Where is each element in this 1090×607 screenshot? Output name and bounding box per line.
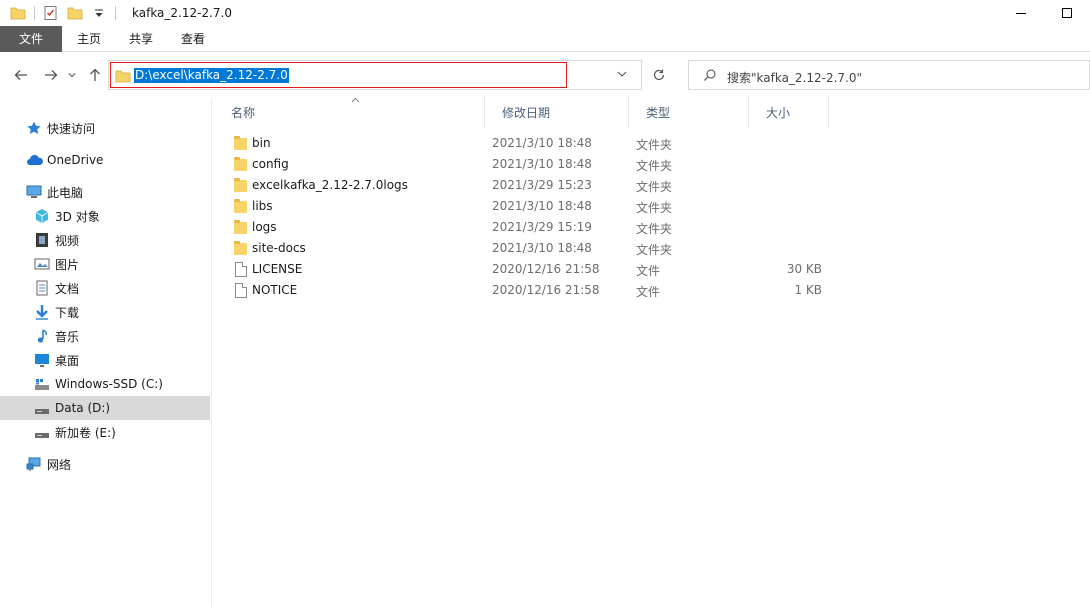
column-size[interactable]: 大小: [749, 98, 829, 128]
toolbar-separator: [115, 6, 116, 20]
download-icon: [34, 304, 50, 320]
table-row[interactable]: site-docs 2021/3/10 18:48 文件夹: [231, 238, 831, 259]
network-icon: [26, 456, 42, 472]
video-icon: [34, 232, 50, 248]
nav-item-onedrive[interactable]: OneDrive: [0, 148, 210, 172]
desktop-icon: [34, 352, 50, 368]
column-type[interactable]: 类型: [629, 98, 749, 128]
nav-item-music[interactable]: 音乐: [0, 324, 210, 348]
recent-locations-button[interactable]: [64, 64, 80, 86]
drive-icon: [34, 424, 50, 440]
search-box[interactable]: 搜索"kafka_2.12-2.7.0": [688, 60, 1090, 90]
folder-icon: [233, 240, 249, 256]
back-button[interactable]: [10, 64, 32, 86]
ribbon-tabs: 文件 主页 共享 查看: [0, 26, 1090, 52]
search-icon: [703, 68, 717, 85]
title-bar: kafka_2.12-2.7.0: [0, 0, 1090, 26]
forward-arrow-icon: [45, 70, 58, 80]
file-icon: [233, 261, 249, 277]
up-button[interactable]: [84, 64, 106, 86]
nav-item-drive-d[interactable]: Data (D:): [0, 396, 210, 420]
nav-item-drive-c[interactable]: Windows-SSD (C:): [0, 372, 210, 396]
nav-item-network[interactable]: 网络: [0, 452, 210, 476]
table-row[interactable]: NOTICE 2020/12/16 21:58 文件 1 KB: [231, 280, 831, 301]
chevron-down-icon: [617, 71, 627, 77]
file-explorer-window: kafka_2.12-2.7.0 文件 主页 共享 查看 D:\excel\ka: [0, 0, 1090, 607]
folder-icon: [233, 198, 249, 214]
star-icon: [26, 120, 42, 136]
minimize-button[interactable]: [998, 0, 1044, 26]
quick-access-toolbar: [0, 0, 124, 26]
drive-icon: [34, 376, 50, 392]
table-row[interactable]: libs 2021/3/10 18:48 文件夹: [231, 196, 831, 217]
nav-item-documents[interactable]: 文档: [0, 276, 210, 300]
column-headers: 名称 修改日期 类型 大小: [214, 97, 1090, 128]
nav-item-quick-access[interactable]: 快速访问: [0, 116, 210, 140]
folder-icon: [233, 219, 249, 235]
nav-item-pictures[interactable]: 图片: [0, 252, 210, 276]
column-name[interactable]: 名称: [214, 98, 485, 128]
address-path[interactable]: D:\excel\kafka_2.12-2.7.0: [134, 68, 289, 83]
address-dropdown-button[interactable]: [616, 68, 628, 83]
table-row[interactable]: bin 2021/3/10 18:48 文件夹: [231, 133, 831, 154]
folder-icon: [115, 68, 131, 87]
nav-item-desktop[interactable]: 桌面: [0, 348, 210, 372]
nav-item-drive-e[interactable]: 新加卷 (E:): [0, 420, 210, 444]
folder-icon: [233, 177, 249, 193]
nav-item-this-pc[interactable]: 此电脑: [0, 180, 210, 204]
search-placeholder: 搜索"kafka_2.12-2.7.0": [727, 71, 863, 85]
tab-view[interactable]: 查看: [168, 26, 218, 52]
tab-home[interactable]: 主页: [64, 26, 114, 52]
column-date-modified[interactable]: 修改日期: [485, 98, 629, 128]
nav-item-3d-objects[interactable]: 3D 对象: [0, 204, 210, 228]
refresh-button[interactable]: [646, 60, 672, 90]
table-row[interactable]: logs 2021/3/29 15:19 文件夹: [231, 217, 831, 238]
maximize-button[interactable]: [1044, 0, 1090, 26]
refresh-icon: [653, 69, 665, 81]
tab-share[interactable]: 共享: [116, 26, 166, 52]
minimize-icon: [1016, 12, 1026, 14]
computer-icon: [26, 184, 42, 200]
table-row[interactable]: config 2021/3/10 18:48 文件夹: [231, 154, 831, 175]
tab-file[interactable]: 文件: [0, 26, 62, 52]
nav-item-downloads[interactable]: 下载: [0, 300, 210, 324]
forward-button[interactable]: [40, 64, 62, 86]
music-icon: [34, 328, 50, 344]
file-list: 名称 修改日期 类型 大小 bin 2021/3/10 18:48 文件夹 co…: [214, 97, 1090, 607]
up-arrow-icon: [90, 68, 100, 81]
customize-toolbar-icon[interactable]: [91, 5, 107, 21]
folder-app-icon: [10, 5, 26, 21]
navigation-pane: 快速访问 OneDrive 此电脑 3D 对象 视频 图片 文档 下载 音乐 桌…: [0, 98, 212, 607]
cloud-icon: [26, 152, 43, 168]
navigation-bar: D:\excel\kafka_2.12-2.7.0 搜索"kafka_2.12-…: [0, 58, 1090, 92]
table-row[interactable]: excelkafka_2.12-2.7.0logs 2021/3/29 15:2…: [231, 175, 831, 196]
folder-icon: [233, 135, 249, 151]
new-folder-icon[interactable]: [67, 5, 83, 21]
nav-item-videos[interactable]: 视频: [0, 228, 210, 252]
folder-icon: [233, 156, 249, 172]
properties-icon[interactable]: [43, 5, 59, 21]
window-title: kafka_2.12-2.7.0: [132, 6, 232, 20]
back-arrow-icon: [14, 70, 27, 80]
drive-icon: [34, 400, 50, 416]
document-icon: [34, 280, 50, 296]
file-icon: [233, 282, 249, 298]
table-row[interactable]: LICENSE 2020/12/16 21:58 文件 30 KB: [231, 259, 831, 280]
window-controls: [998, 0, 1090, 26]
maximize-icon: [1062, 8, 1072, 18]
cube-icon: [34, 208, 50, 224]
chevron-down-icon: [68, 73, 76, 78]
picture-icon: [34, 256, 50, 272]
toolbar-separator: [34, 6, 35, 20]
